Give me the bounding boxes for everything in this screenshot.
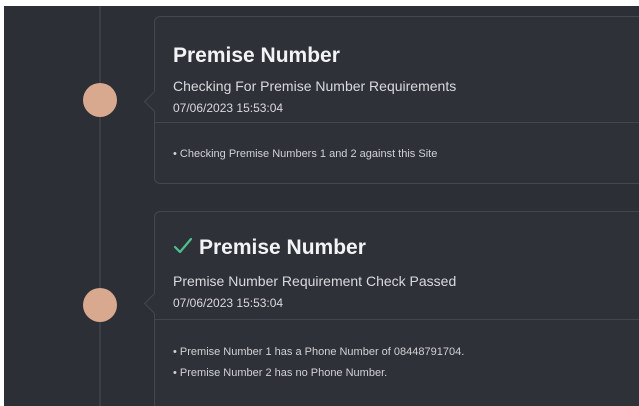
- timeline-line: [99, 6, 101, 406]
- card-timestamp: 07/06/2023 15:53:04: [173, 101, 284, 115]
- card-pointer: [143, 292, 166, 315]
- card-title-text: Premise Number: [199, 236, 366, 259]
- card-timestamp: 07/06/2023 15:53:04: [173, 296, 284, 310]
- card-subtitle: Premise Number Requirement Check Passed: [173, 273, 457, 289]
- card-title: Premise Number: [173, 236, 366, 260]
- timeline-card-2: Premise Number Premise Number Requiremen…: [143, 211, 639, 406]
- card-divider: [155, 319, 639, 320]
- timeline-node-1: [83, 83, 117, 117]
- card-subtitle: Checking For Premise Number Requirements: [173, 78, 457, 94]
- timeline-node-2: [83, 288, 117, 322]
- detail-line: • Premise Number 1 has a Phone Number of…: [173, 346, 465, 358]
- detail-line: • Checking Premise Numbers 1 and 2 again…: [173, 148, 438, 160]
- card-title: Premise Number: [173, 44, 340, 67]
- card-pointer: [143, 90, 166, 113]
- card-divider: [155, 122, 639, 123]
- detail-line: • Premise Number 2 has no Phone Number.: [173, 367, 388, 379]
- timeline-panel: Premise Number Checking For Premise Numb…: [4, 6, 639, 406]
- check-icon: [173, 237, 193, 254]
- timeline-card-1: Premise Number Checking For Premise Numb…: [143, 16, 639, 184]
